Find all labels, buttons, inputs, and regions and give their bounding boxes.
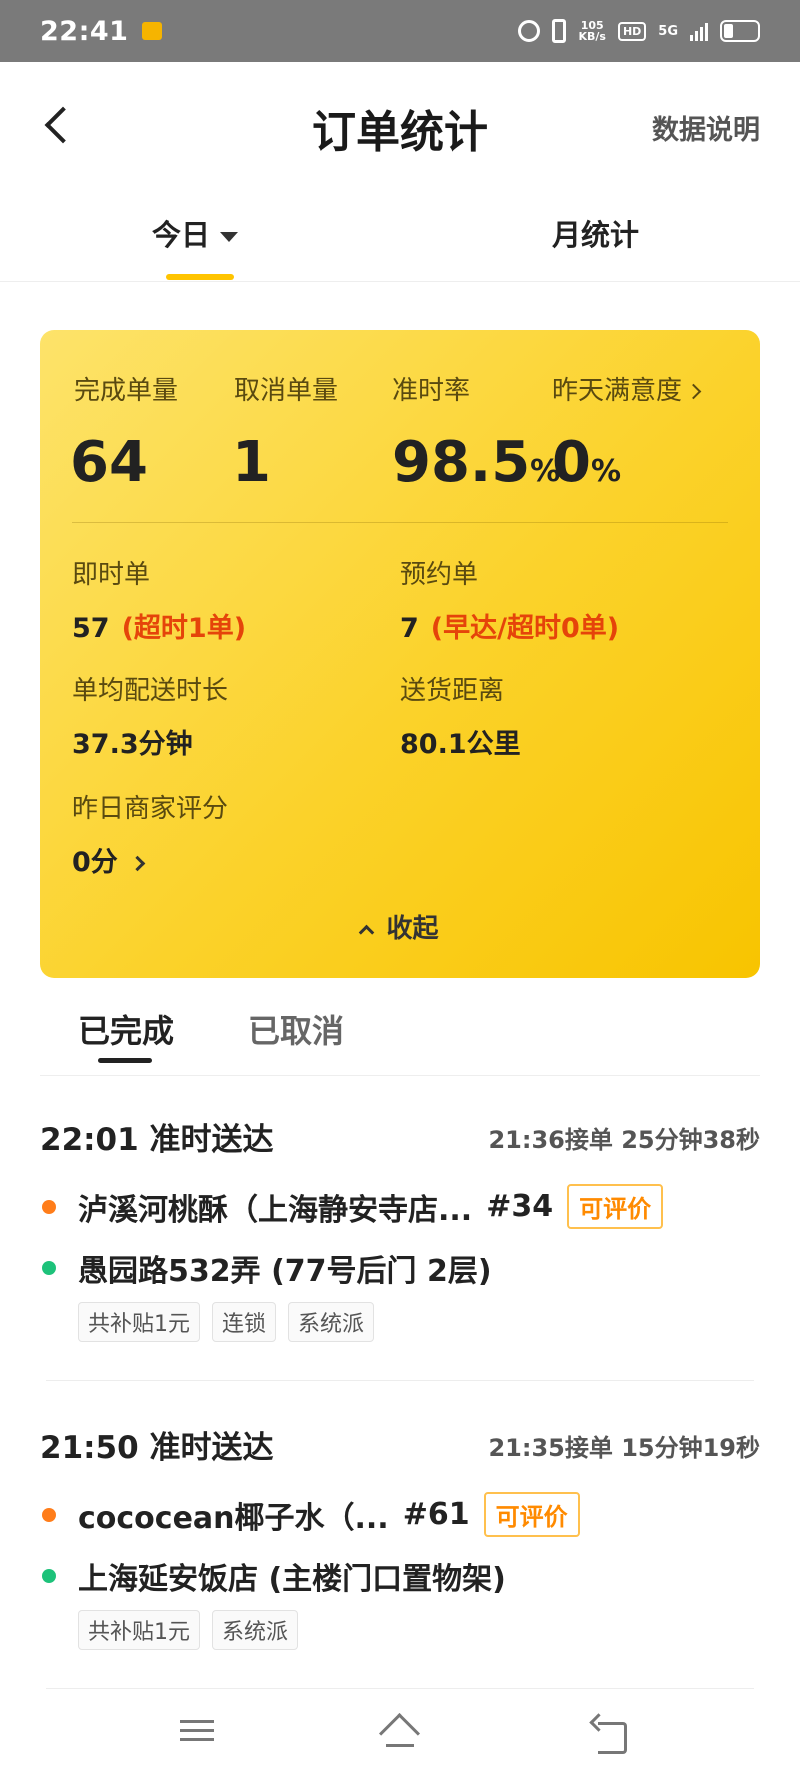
- instant-overtime-note: (超时1单): [121, 613, 247, 644]
- pickup-dot-icon: [42, 1199, 56, 1214]
- order-header: 22:01 准时送达: [40, 1114, 273, 1159]
- tag-system-dispatch: 系统派: [288, 1302, 375, 1342]
- battery-icon: [720, 20, 760, 42]
- dropoff-row: 上海延安饭店 (主楼门口置物架): [40, 1554, 506, 1598]
- status-bar: 22:41 105 KB/s HD 5G: [0, 0, 800, 62]
- chevron-up-icon: [359, 924, 375, 941]
- vibrate-icon: [552, 19, 567, 43]
- shop-name: 泸溪河桃酥（上海静安寺店...: [78, 1192, 473, 1228]
- card-divider: [72, 522, 728, 523]
- status-time: 22:41: [40, 15, 129, 47]
- pickup-dot-icon: [42, 1507, 56, 1522]
- home-icon[interactable]: [380, 1714, 420, 1754]
- order-status-tabs: 已完成 已取消: [40, 1000, 760, 1076]
- order-tab-indicator: [98, 1058, 152, 1063]
- rate-button[interactable]: 可评价: [567, 1184, 664, 1229]
- pickup-row: 泸溪河桃酥（上海静安寺店... #34 可评价: [40, 1184, 664, 1229]
- avg-delivery-time-label: 单均配送时长: [72, 676, 229, 706]
- cancelled-label: 取消单量: [234, 376, 339, 406]
- reserved-orders: 7 (早达/超时0单): [400, 606, 619, 645]
- satisfaction-link[interactable]: 昨天满意度: [552, 370, 702, 407]
- signal-icon: [690, 21, 708, 41]
- chevron-right-icon: [685, 383, 702, 400]
- collapse-button[interactable]: 收起: [40, 908, 760, 945]
- satisfaction-unit: %: [590, 454, 622, 489]
- reserved-overtime-note: (早达/超时0单): [430, 613, 620, 644]
- ontime-rate: 98.5%: [392, 430, 560, 495]
- tab-today[interactable]: 今日: [152, 212, 239, 254]
- avg-delivery-time-value: 37.3分钟: [72, 729, 193, 760]
- merchant-score-link[interactable]: 0分: [72, 840, 146, 879]
- order-status: 准时送达: [149, 1430, 274, 1466]
- cancelled-value: 1: [232, 430, 271, 495]
- merchant-score-value: 0分: [72, 847, 118, 878]
- delivery-address: 愚园路532弄 (77号后门 2层): [78, 1254, 492, 1289]
- order-number: #34: [486, 1189, 554, 1224]
- satisfaction: 0%: [552, 430, 621, 495]
- ontime-rate-label: 准时率: [392, 376, 471, 406]
- tag-subsidy: 共补贴1元: [78, 1302, 200, 1342]
- order-header: 21:50 准时送达: [40, 1422, 273, 1467]
- dropoff-row: 愚园路532弄 (77号后门 2层): [40, 1246, 492, 1290]
- order-tags: 共补贴1元 连锁 系统派: [78, 1302, 375, 1342]
- nav-header: 订单统计 数据说明: [0, 62, 800, 192]
- notification-icon: [142, 22, 163, 40]
- dropoff-dot-icon: [42, 1261, 56, 1275]
- stats-card: 完成单量 取消单量 准时率 昨天满意度 64 1 98.5% 0% 即时单 57…: [40, 330, 760, 978]
- tab-completed[interactable]: 已完成: [78, 1006, 174, 1052]
- network-speed: 105 KB/s: [578, 20, 605, 42]
- period-tabs: 今日 月统计: [0, 192, 800, 282]
- menu-icon[interactable]: [180, 1714, 220, 1754]
- delivery-distance-label: 送货距离: [400, 676, 505, 706]
- system-nav-bar: [0, 1698, 800, 1784]
- order-tags: 共补贴1元 系统派: [78, 1610, 299, 1650]
- order-delivered-time: 21:50: [40, 1430, 139, 1466]
- alarm-icon: [518, 20, 541, 42]
- shop-name: cococean椰子水（...: [78, 1500, 389, 1536]
- delivery-address: 上海延安饭店 (主楼门口置物架): [78, 1562, 506, 1597]
- tab-month[interactable]: 月统计: [552, 212, 639, 254]
- tag-system-dispatch: 系统派: [212, 1610, 299, 1650]
- chevron-right-icon: [129, 855, 146, 872]
- instant-orders: 57 (超时1单): [72, 606, 246, 645]
- order-divider: [46, 1688, 754, 1689]
- ontime-rate-value: 98.5: [392, 430, 531, 495]
- completed-label: 完成单量: [74, 376, 179, 406]
- tab-cancelled[interactable]: 已取消: [248, 1006, 344, 1052]
- instant-orders-value: 57: [72, 613, 110, 644]
- delivery-distance-value: 80.1公里: [400, 729, 521, 760]
- instant-orders-label: 即时单: [72, 560, 151, 590]
- order-number: #61: [402, 1497, 470, 1532]
- hd-badge: HD: [617, 21, 647, 41]
- tab-today-label: 今日: [152, 218, 211, 252]
- order-divider: [46, 1380, 754, 1381]
- pickup-row: cococean椰子水（... #61 可评价: [40, 1492, 580, 1537]
- status-icons: 105 KB/s HD 5G: [518, 19, 760, 43]
- merchant-score-label: 昨日商家评分: [72, 794, 229, 824]
- network-speed-unit: KB/s: [578, 30, 606, 43]
- order-stats-screen: 22:41 105 KB/s HD 5G 订单统计 数据说明 今日 月统计 完成…: [0, 0, 800, 1784]
- caret-down-icon: [220, 232, 239, 242]
- data-explanation-link[interactable]: 数据说明: [652, 108, 760, 147]
- tag-subsidy: 共补贴1元: [78, 1610, 200, 1650]
- reserved-orders-label: 预约单: [400, 560, 479, 590]
- tag-chain: 连锁: [212, 1302, 277, 1342]
- return-icon[interactable]: [590, 1714, 630, 1754]
- order-delivered-time: 22:01: [40, 1122, 139, 1158]
- order-meta: 21:36接单 25分钟38秒: [488, 1126, 760, 1154]
- satisfaction-value: 0: [552, 430, 591, 495]
- completed-value: 64: [70, 430, 148, 495]
- order-status: 准时送达: [149, 1122, 274, 1158]
- collapse-label: 收起: [386, 914, 439, 944]
- rate-button[interactable]: 可评价: [483, 1492, 580, 1537]
- order-meta: 21:35接单 15分钟19秒: [488, 1434, 760, 1462]
- dropoff-dot-icon: [42, 1569, 56, 1583]
- satisfaction-label: 昨天满意度: [552, 376, 683, 406]
- tab-indicator: [166, 274, 234, 280]
- network-type: 5G: [658, 23, 678, 39]
- reserved-orders-value: 7: [400, 613, 419, 644]
